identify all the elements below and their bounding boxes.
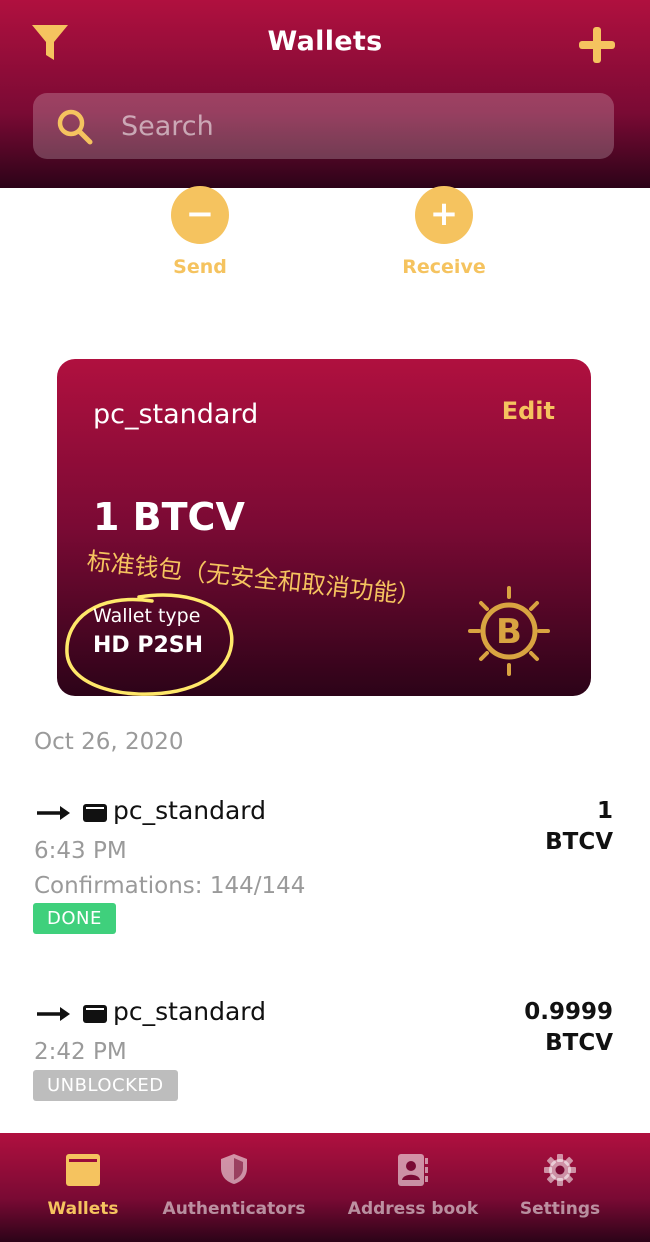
wallet-icon [83, 1005, 107, 1023]
search-icon [57, 109, 93, 145]
edit-button[interactable]: Edit [502, 397, 555, 425]
amount-unit: BTCV [545, 1030, 613, 1056]
gear-icon [544, 1154, 576, 1186]
transaction-amount: 1 BTCV [473, 796, 613, 858]
search-input[interactable] [121, 93, 591, 159]
nav-label: Address book [347, 1199, 479, 1219]
bottom-nav: Wallets Authenticators Address book Sett… [0, 1133, 650, 1242]
amount-unit: BTCV [545, 829, 613, 855]
bitcoin-vault-icon: B [468, 586, 550, 676]
nav-item-address-book[interactable]: Address book [340, 1133, 486, 1242]
transaction-wallet: pc_standard [113, 796, 267, 825]
page-title: Wallets [267, 26, 383, 57]
wallet-card[interactable]: pc_standard Edit 1 BTCV 标准钱包（无安全和取消功能） W… [57, 359, 591, 696]
amount-value: 1 [596, 798, 613, 824]
date-header: Oct 26, 2020 [34, 729, 184, 755]
transaction-confirmations: Confirmations: 144/144 [34, 873, 306, 899]
address-book-icon [398, 1154, 428, 1186]
nav-label: Authenticators [162, 1199, 306, 1219]
transaction-time: 2:42 PM [34, 1039, 127, 1065]
nav-item-settings[interactable]: Settings [504, 1133, 616, 1242]
wallet-type-value: HD P2SH [93, 633, 204, 658]
wallet-name: pc_standard [93, 399, 259, 430]
svg-text:B: B [496, 612, 522, 652]
send-label: Send [173, 256, 227, 278]
search-bar[interactable] [33, 93, 614, 159]
plus-icon[interactable] [577, 25, 617, 65]
arrow-right-icon [37, 806, 70, 820]
receive-label: Receive [402, 256, 486, 278]
plus-icon: + [415, 186, 473, 244]
transaction-wallet: pc_standard [113, 997, 267, 1026]
wallet-type-label: Wallet type [93, 605, 201, 627]
shield-icon [221, 1154, 247, 1184]
wallet-icon [66, 1154, 100, 1186]
amount-value: 0.9999 [524, 999, 613, 1025]
transaction-time: 6:43 PM [34, 838, 127, 864]
status-badge: DONE [33, 903, 116, 934]
nav-item-wallets[interactable]: Wallets [30, 1133, 136, 1242]
status-badge: UNBLOCKED [33, 1070, 178, 1101]
nav-item-authenticators[interactable]: Authenticators [154, 1133, 314, 1242]
receive-button[interactable]: + Receive [394, 186, 494, 278]
send-button[interactable]: − Send [150, 186, 250, 278]
nav-label: Wallets [47, 1199, 119, 1219]
minus-icon: − [171, 186, 229, 244]
transaction-amount: 0.9999 BTCV [473, 997, 613, 1059]
arrow-right-icon [37, 1007, 70, 1021]
nav-label: Settings [519, 1199, 601, 1219]
wallet-icon [83, 804, 107, 822]
app-header: Wallets [0, 0, 650, 188]
wallet-balance: 1 BTCV [93, 495, 245, 539]
